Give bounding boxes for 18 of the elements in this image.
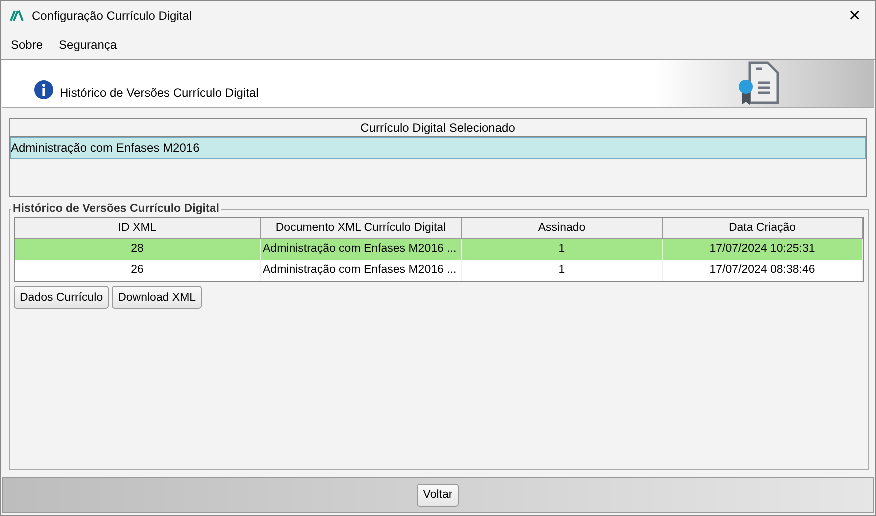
table-cell: 26 xyxy=(15,260,261,281)
menu-item[interactable]: Sobre xyxy=(5,36,50,54)
table-cell: 17/07/2024 08:38:46 xyxy=(663,260,863,281)
app-logo-icon xyxy=(10,10,24,22)
table-cell: Administração com Enfases M2016 ... xyxy=(261,260,462,281)
back-button[interactable]: Voltar xyxy=(417,484,459,506)
table-row[interactable]: 26 Administração com Enfases M2016 ... 1 17/07/2024 08:38:46 xyxy=(15,260,863,281)
header-title: Histórico de Versões Currículo Digital xyxy=(60,86,260,100)
action-button[interactable]: Dados Currículo xyxy=(14,286,110,309)
selected-curriculum-item[interactable]: Administração com Enfases M2016 xyxy=(10,137,866,159)
window-title: Configuração Currículo Digital xyxy=(32,9,194,23)
menu-item[interactable]: Segurança xyxy=(53,36,124,54)
close-button[interactable]: × xyxy=(835,1,875,31)
action-button[interactable]: Download XML xyxy=(112,286,202,309)
table-row[interactable]: 28 Administração com Enfases M2016 ... 1 17/07/2024 10:25:31 xyxy=(15,239,863,260)
info-icon xyxy=(34,80,54,100)
group-title: Histórico de Versões Currículo Digital xyxy=(12,203,220,215)
table-cell: 1 xyxy=(462,260,663,281)
